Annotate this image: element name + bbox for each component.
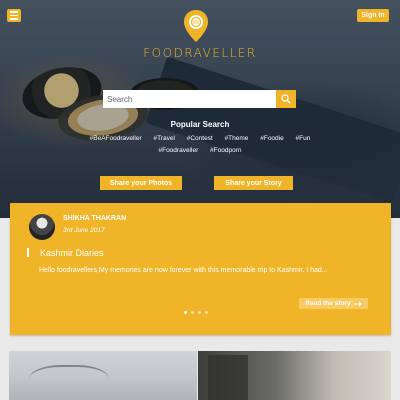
popular-tags-row: #Foodraveller #Foodporn <box>0 147 400 154</box>
building-image <box>208 355 248 400</box>
popular-search-title: Popular Search <box>170 120 230 129</box>
arrow-right-icon <box>353 301 362 306</box>
tag-link[interactable]: #Travel <box>153 135 174 142</box>
search-icon <box>281 94 291 104</box>
title-accent-bar <box>27 248 29 257</box>
carousel-dot[interactable] <box>205 311 208 314</box>
tag-link[interactable]: #BeAFoodraveller <box>90 135 142 142</box>
carousel-dots <box>184 311 208 314</box>
search-bar <box>103 90 296 108</box>
tag-link[interactable]: #Foodie <box>260 135 284 142</box>
tag-link[interactable]: #Fun <box>296 135 311 142</box>
brand-name: FOODRAVELLER <box>143 46 257 60</box>
share-photos-button[interactable]: Share your Photos <box>100 176 182 190</box>
carousel-dot[interactable] <box>184 311 187 314</box>
read-story-label: Read the story <box>305 300 351 307</box>
share-story-button[interactable]: Share your Story <box>214 176 293 190</box>
search-input[interactable] <box>103 90 276 108</box>
hero-banner: Sign In FOODRAVELLER Popular Search #BeA… <box>0 0 400 218</box>
read-story-button[interactable]: Read the story <box>299 298 368 309</box>
menu-icon <box>10 11 18 13</box>
story-date: 3rd June 2017 <box>63 227 105 234</box>
tag-link[interactable]: #Foodraveller <box>158 147 198 154</box>
gallery-image-street[interactable] <box>198 351 391 400</box>
story-title: Kashmir Diaries <box>40 248 104 258</box>
tag-link[interactable]: #Theme <box>225 135 249 142</box>
tag-link[interactable]: #Foodporn <box>210 147 241 154</box>
popular-tags-row: #BeAFoodraveller #Travel #Contest #Theme… <box>0 135 400 142</box>
menu-button[interactable] <box>7 9 21 22</box>
carousel-dot[interactable] <box>198 311 201 314</box>
sign-in-button[interactable]: Sign In <box>357 9 389 22</box>
gallery-image-beach[interactable] <box>9 351 197 400</box>
story-excerpt: Hello foodravellers,My memories are now … <box>39 267 328 274</box>
map-pin-icon <box>184 10 208 42</box>
tag-link[interactable]: #Contest <box>187 135 213 142</box>
avatar <box>29 214 55 240</box>
search-button[interactable] <box>276 90 296 108</box>
carousel-dot[interactable] <box>191 311 194 314</box>
story-card: SHIKHA THAKRAN 3rd June 2017 Kashmir Dia… <box>10 203 391 335</box>
story-author: SHIKHA THAKRAN <box>63 215 127 222</box>
bicycle-image <box>29 365 109 400</box>
page: Sign In FOODRAVELLER Popular Search #BeA… <box>0 0 400 400</box>
